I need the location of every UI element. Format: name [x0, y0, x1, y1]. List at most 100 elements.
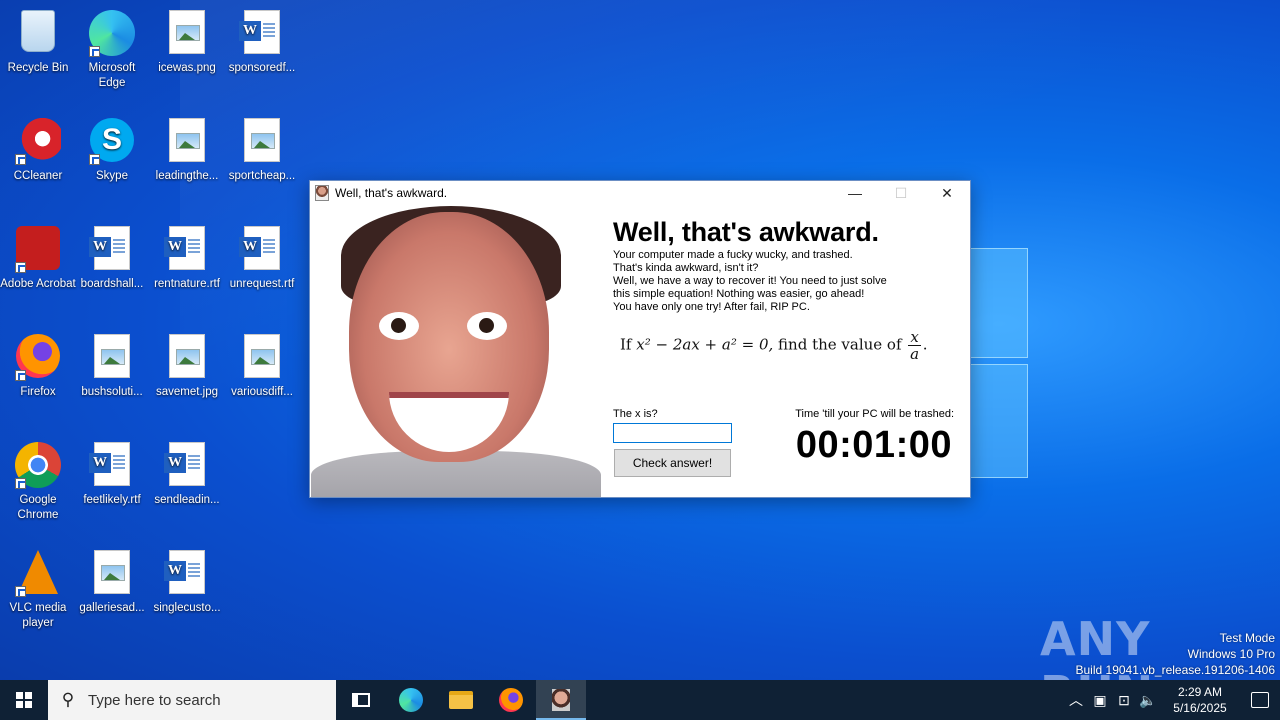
- equation-fraction: x a: [908, 329, 921, 362]
- desktop-icon[interactable]: Wsendleadin...: [149, 436, 225, 508]
- message-line: Your computer made a fucky wucky, and tr…: [613, 249, 853, 261]
- desktop-icon[interactable]: Wunrequest.rtf: [224, 220, 300, 292]
- chevron-up-icon[interactable]: ︿: [1064, 690, 1088, 710]
- desktop-icon-label: leadingthe...: [155, 170, 219, 182]
- desktop-icon-label: bushsoluti...: [81, 386, 143, 398]
- shortcut-arrow-icon: [15, 154, 26, 165]
- desktop-icon[interactable]: S Skype: [74, 112, 150, 184]
- desktop-icon[interactable]: leadingthe...: [149, 112, 225, 184]
- desktop-icon[interactable]: icewas.png: [149, 4, 225, 76]
- desktop-icon[interactable]: Recycle Bin: [0, 4, 76, 76]
- desktop-icon[interactable]: Firefox: [0, 328, 76, 400]
- desktop-icon[interactable]: Wfeetlikely.rtf: [74, 436, 150, 508]
- task-view-button[interactable]: [336, 680, 386, 720]
- shortcut-arrow-icon: [89, 154, 100, 165]
- taskbar-edge[interactable]: [386, 680, 436, 720]
- desktop-icon-label: Adobe Acrobat: [0, 278, 76, 290]
- desktop-icon[interactable]: Wrentnature.rtf: [149, 220, 225, 292]
- maximize-button: ☐: [894, 184, 908, 201]
- message-line: You have only one try! After fail, RIP P…: [613, 301, 810, 313]
- message-text: Your computer made a fucky wucky, and tr…: [613, 249, 887, 314]
- heading: Well, that's awkward.: [613, 217, 879, 247]
- recycle-bin-icon: [14, 10, 62, 58]
- desktop-icon-label: variousdiff...: [231, 386, 293, 398]
- taskbar-firefox[interactable]: [486, 680, 536, 720]
- answer-input[interactable]: [613, 423, 732, 443]
- word-document-icon: W: [238, 226, 286, 274]
- check-answer-button[interactable]: Check answer!: [614, 449, 731, 477]
- desktop-icon[interactable]: Adobe Acrobat: [0, 220, 76, 292]
- word-document-icon: W: [163, 550, 211, 598]
- ccleaner-icon: [14, 118, 62, 166]
- desktop-icon[interactable]: bushsoluti...: [74, 328, 150, 400]
- grinning-face-image: [311, 206, 601, 497]
- message-line: this simple equation! Nothing was easier…: [613, 288, 865, 300]
- desktop-icon-label: sendleadin...: [154, 494, 220, 506]
- taskbar-search[interactable]: ⚲ Type here to search: [48, 680, 336, 720]
- notifications-button[interactable]: [1240, 680, 1280, 720]
- desktop-icon-label: CCleaner: [13, 170, 63, 182]
- watermark-line: Windows 10 Pro: [1187, 647, 1275, 661]
- desktop-icon[interactable]: Wboardshall...: [74, 220, 150, 292]
- minimize-button[interactable]: —: [832, 181, 878, 205]
- word-document-icon: W: [88, 442, 136, 490]
- desktop-icon[interactable]: Google Chrome: [0, 436, 76, 523]
- image-file-icon: [88, 550, 136, 598]
- equation: If x² − 2ax + a² = 0, find the value of …: [620, 328, 928, 363]
- desktop-icon[interactable]: savemet.jpg: [149, 328, 225, 400]
- image-file-icon: [88, 334, 136, 382]
- vlc-icon: [14, 550, 62, 598]
- desktop-icon[interactable]: Wsponsoredf...: [224, 4, 300, 76]
- desktop-icon-label: Skype: [96, 170, 128, 182]
- desktop-icon[interactable]: variousdiff...: [224, 328, 300, 400]
- desktop-icon-label: galleriesad...: [79, 602, 145, 614]
- watermark-line: Build 19041.vb_release.191206-1406: [1075, 663, 1276, 677]
- network-icon[interactable]: ⊡: [1112, 692, 1136, 709]
- window-title: Well, that's awkward.: [335, 186, 448, 200]
- desktop-icon-label: boardshall...: [80, 278, 144, 290]
- desktop-icon[interactable]: Microsoft Edge: [74, 4, 150, 91]
- countdown-timer: 00:01:00: [795, 424, 952, 466]
- shortcut-arrow-icon: [15, 586, 26, 597]
- image-file-icon: [238, 334, 286, 382]
- shortcut-arrow-icon: [15, 262, 26, 273]
- desktop-icon-label: VLC media player: [9, 602, 67, 629]
- image-file-icon: [163, 10, 211, 58]
- image-file-icon: [163, 118, 211, 166]
- windows-watermark: Test Mode Windows 10 Pro Build 19041.vb_…: [1076, 630, 1276, 678]
- system-tray: ︿ ▣ ⊡ 🔈 2:29 AM 5/16/2025: [1064, 680, 1280, 720]
- clock-date: 5/16/2025: [1173, 701, 1227, 715]
- taskbar-file-explorer[interactable]: [436, 680, 486, 720]
- desktop-icon[interactable]: VLC media player: [0, 544, 76, 631]
- image-file-icon: [163, 334, 211, 382]
- watermark-line: Test Mode: [1219, 631, 1275, 645]
- desktop-icon-label: Microsoft Edge: [88, 62, 136, 89]
- taskbar-awkward-app[interactable]: [536, 680, 586, 720]
- title-bar[interactable]: Well, that's awkward. — ☐ ✕: [310, 181, 970, 205]
- clock-time: 2:29 AM: [1177, 685, 1223, 699]
- word-document-icon: W: [163, 226, 211, 274]
- desktop-icon-label: Recycle Bin: [7, 62, 69, 74]
- app-face-icon: [552, 689, 570, 711]
- desktop-icon-label: singlecusto...: [153, 602, 221, 614]
- desktop-icon[interactable]: galleriesad...: [74, 544, 150, 616]
- clock[interactable]: 2:29 AM 5/16/2025: [1164, 684, 1236, 716]
- desktop-icon-label: Firefox: [20, 386, 56, 398]
- message-line: That's kinda awkward, isn't it?: [613, 262, 759, 274]
- desktop-icon[interactable]: Wsinglecusto...: [149, 544, 225, 616]
- desktop-icon-label: feetlikely.rtf: [83, 494, 141, 506]
- desktop-icon[interactable]: sportcheap...: [224, 112, 300, 184]
- app-face-icon: [315, 185, 329, 201]
- shortcut-arrow-icon: [89, 46, 100, 57]
- acrobat-icon: [14, 226, 62, 274]
- device-icon[interactable]: ▣: [1088, 692, 1112, 709]
- start-button[interactable]: [0, 680, 48, 720]
- word-document-icon: W: [238, 10, 286, 58]
- timer-label: Time 'till your PC will be trashed:: [795, 408, 954, 420]
- desktop-icon[interactable]: CCleaner: [0, 112, 76, 184]
- volume-icon[interactable]: 🔈: [1136, 692, 1160, 709]
- message-line: Well, we have a way to recover it! You n…: [613, 275, 887, 287]
- close-button[interactable]: ✕: [924, 181, 970, 205]
- edge-icon: [88, 10, 136, 58]
- image-file-icon: [238, 118, 286, 166]
